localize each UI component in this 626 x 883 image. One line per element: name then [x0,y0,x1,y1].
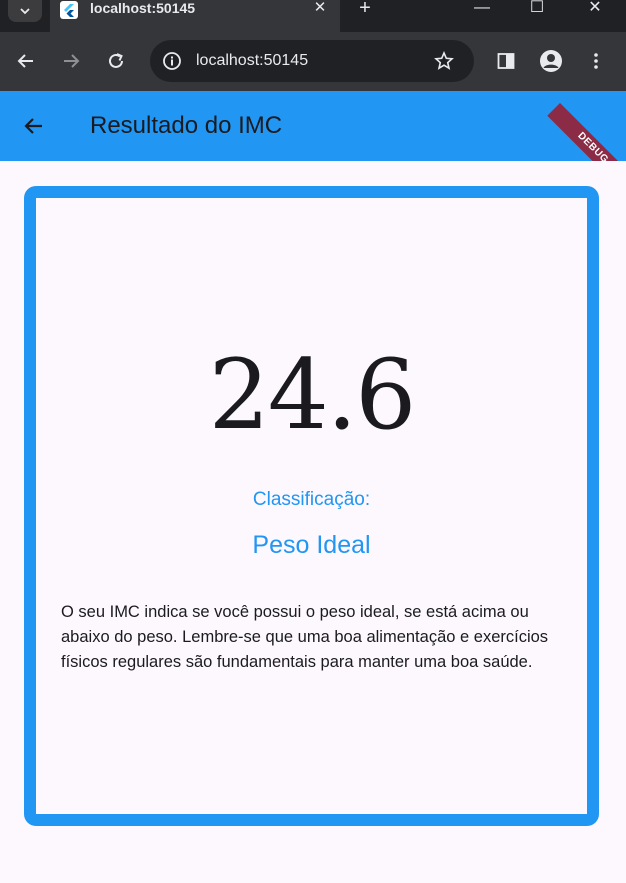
address-url[interactable]: localhost:50145 [196,52,308,70]
result-card: 24.6 Classificação: Peso Ideal O seu IMC… [24,186,599,826]
chevron-down-icon [20,8,30,15]
new-tab-button[interactable]: + [355,0,375,18]
arrow-left-icon [17,54,33,68]
classification-label: Classificação: [252,489,371,510]
imc-description: O seu IMC indica se você possui o peso i… [61,603,549,671]
window-maximize-button[interactable]: ☐ [527,0,547,18]
side-panel-icon [497,53,515,69]
debug-banner: DEBUG [547,103,626,161]
profile-icon [540,50,562,72]
window-minimize-button[interactable]: — [472,0,492,18]
side-panel-button[interactable] [494,49,518,73]
classification-value: Peso Ideal [252,531,371,559]
result-card-content: 24.6 Classificação: Peso Ideal O seu IMC… [36,198,587,814]
tab-search-button[interactable] [8,0,42,22]
window-close-button[interactable]: ✕ [585,0,605,18]
page-title: Resultado do IMC [90,112,283,139]
back-button[interactable] [14,49,38,73]
flutter-icon [60,1,78,19]
browser-menu-button[interactable] [584,49,608,73]
tab-close-button[interactable]: ✕ [312,0,328,16]
forward-button[interactable] [59,49,83,73]
reload-button[interactable] [104,49,128,73]
reload-icon [109,53,123,68]
imc-value: 24.6 [208,339,417,451]
app-bar: Resultado do IMC DEBUG [0,91,626,161]
info-icon [163,52,181,70]
bookmark-button[interactable] [432,49,456,73]
app-back-button[interactable] [20,112,48,140]
browser-tab[interactable]: localhost:50145 ✕ [50,0,340,32]
browser-tab-strip: localhost:50145 ✕ + — ☐ ✕ [0,0,626,32]
site-info-button[interactable] [160,49,184,73]
browser-toolbar: localhost:50145 [0,32,626,91]
tab-title: localhost:50145 [90,0,196,16]
arrow-right-icon [64,54,80,68]
profile-button[interactable] [539,49,563,73]
more-vertical-icon [594,53,598,69]
arrow-left-icon [24,118,42,134]
star-icon [434,51,454,70]
address-bar[interactable]: localhost:50145 [150,40,474,82]
